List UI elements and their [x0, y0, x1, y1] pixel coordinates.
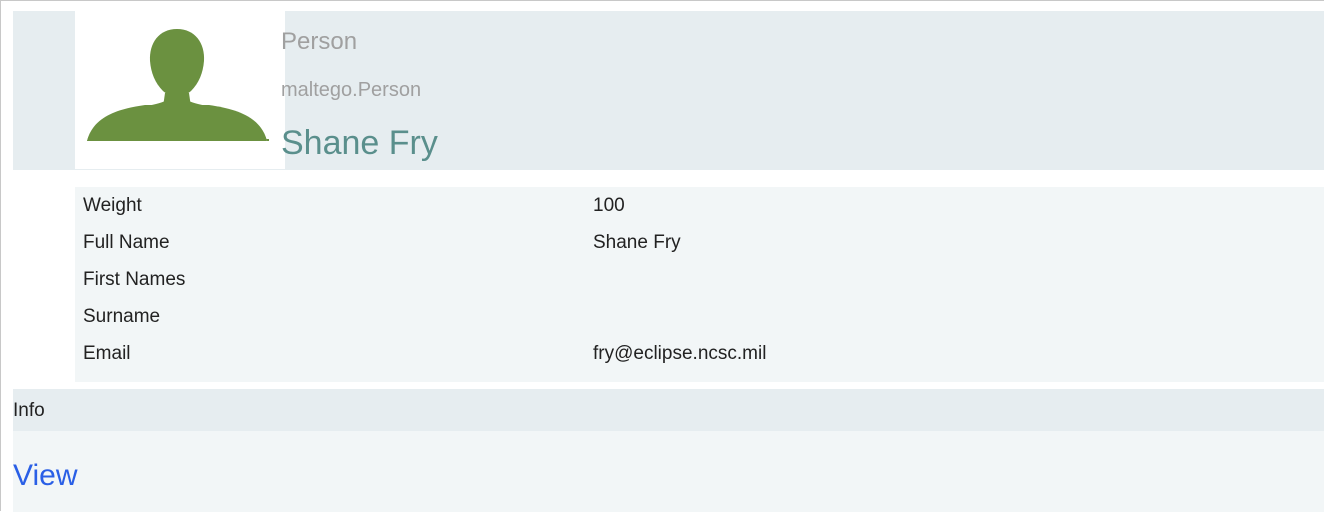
- info-label: Info: [13, 400, 45, 421]
- property-value: Shane Fry: [593, 232, 681, 253]
- detail-view-frame: Person maltego.Person Shane Fry Weight 1…: [0, 0, 1324, 512]
- property-name: Surname: [83, 306, 161, 327]
- property-row-full-name: Full Name Shane Fry: [75, 224, 1324, 261]
- entity-type-id: maltego.Person: [281, 79, 422, 101]
- property-row-surname: Surname: [75, 298, 1324, 335]
- property-name: First Names: [83, 269, 186, 290]
- view-link[interactable]: View: [13, 459, 77, 493]
- property-row-first-names: First Names: [75, 261, 1324, 298]
- property-row-weight: Weight 100: [75, 187, 1324, 224]
- property-value: fry@eclipse.ncsc.mil: [593, 343, 767, 364]
- property-value: 100: [593, 195, 625, 216]
- person-icon: [87, 29, 269, 141]
- info-section-body: View: [13, 431, 1324, 512]
- info-section-header: Info: [13, 389, 1324, 431]
- entity-value: Shane Fry: [281, 124, 438, 162]
- entity-type-label: Person: [281, 28, 358, 55]
- properties-table: Weight 100 Full Name Shane Fry First Nam…: [75, 187, 1324, 382]
- property-name: Full Name: [83, 232, 170, 253]
- property-row-email: Email fry@eclipse.ncsc.mil: [75, 335, 1324, 372]
- avatar: [75, 11, 285, 169]
- entity-header: Person maltego.Person Shane Fry: [13, 11, 1324, 170]
- property-name: Weight: [83, 195, 142, 216]
- property-name: Email: [83, 343, 131, 364]
